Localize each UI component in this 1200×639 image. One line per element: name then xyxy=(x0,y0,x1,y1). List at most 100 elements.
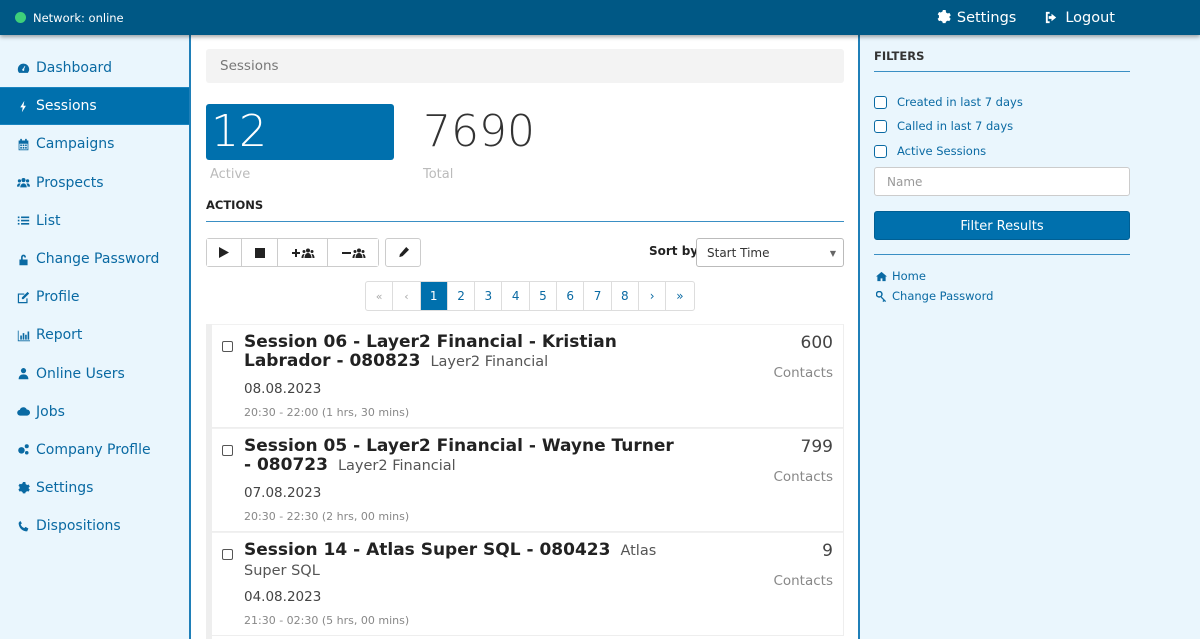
list-icon xyxy=(16,214,30,228)
action-button-group xyxy=(206,238,379,267)
sidebar-item-dispositions[interactable]: Dispositions xyxy=(0,507,189,545)
contact-label: Contacts xyxy=(773,469,833,485)
play-button[interactable] xyxy=(207,239,242,266)
add-users-button[interactable] xyxy=(278,239,328,266)
bolt-icon xyxy=(16,99,30,113)
session-title[interactable]: Session 14 - Atlas Super SQL - 080423 xyxy=(244,540,610,560)
key-icon xyxy=(876,290,887,302)
contact-label: Contacts xyxy=(773,573,833,589)
home-link[interactable]: Home xyxy=(876,269,926,283)
session-row[interactable]: Session 14 - Atlas Super SQL - 080423 Atl… xyxy=(212,532,844,636)
page-2[interactable]: 2 xyxy=(448,282,476,310)
page-last[interactable]: » xyxy=(666,282,693,310)
sort-select[interactable]: Start Time ▼ xyxy=(696,238,844,267)
sidebar-item-label: Jobs xyxy=(36,403,65,420)
filter-called-last-7-days[interactable]: Called in last 7 days xyxy=(874,119,1013,133)
sort-label: Sort by: xyxy=(649,244,703,258)
session-company: Layer2 Financial xyxy=(337,457,456,474)
active-label: Active xyxy=(210,167,251,182)
row-checkbox[interactable] xyxy=(222,341,233,352)
sidebar-item-label: Profile xyxy=(36,289,80,306)
change-password-link-label: Change Password xyxy=(892,289,994,303)
row-checkbox[interactable] xyxy=(222,445,233,456)
minus-users-icon xyxy=(341,248,365,258)
stop-icon xyxy=(254,247,265,258)
sidebar-item-company-profile[interactable]: Company Proflle xyxy=(0,431,189,469)
sidebar-item-settings[interactable]: Settings xyxy=(0,469,189,507)
unlock-icon xyxy=(16,252,30,266)
sidebar-item-change-password[interactable]: Change Password xyxy=(0,240,189,278)
divider xyxy=(874,254,1130,255)
breadcrumb: Sessions xyxy=(206,49,844,83)
sidebar-item-label: Prospects xyxy=(36,174,104,191)
sidebar-item-online-users[interactable]: Online Users xyxy=(0,355,189,393)
logout-button[interactable]: Logout xyxy=(1044,10,1115,26)
sidebar-item-jobs[interactable]: Jobs xyxy=(0,393,189,431)
filters-heading: FILTERS xyxy=(874,49,925,63)
play-icon xyxy=(219,247,229,258)
top-bar: Network: online Settings Logout xyxy=(0,0,1200,35)
stop-button[interactable] xyxy=(242,239,278,266)
sidebar-item-campaigns[interactable]: Campaigns xyxy=(0,125,189,163)
sidebar-item-prospects[interactable]: Prospects xyxy=(0,164,189,202)
session-row[interactable]: Session 05 - Layer2 Financial - Wayne Tu… xyxy=(212,428,844,532)
gear-icon xyxy=(937,10,951,24)
session-time: 20:30 - 22:00 (1 hrs, 30 mins) xyxy=(244,406,410,419)
sign-out-icon xyxy=(1046,11,1057,24)
sidebar-item-sessions[interactable]: Sessions xyxy=(0,87,189,126)
sidebar-item-label: Settings xyxy=(36,480,94,497)
cloud-icon xyxy=(16,405,30,419)
sidebar-item-list[interactable]: List xyxy=(0,202,189,240)
calendar-icon xyxy=(16,137,30,151)
session-title[interactable]: Session 05 - Layer2 Financial - Wayne Tu… xyxy=(244,436,674,475)
user-icon xyxy=(16,367,30,381)
filter-results-button[interactable]: Filter Results xyxy=(874,211,1130,240)
session-row[interactable]: Session 06 - Layer2 Financial - Kristian… xyxy=(212,324,844,428)
page-4[interactable]: 4 xyxy=(502,282,530,310)
pencil-icon xyxy=(398,247,409,258)
page-7[interactable]: 7 xyxy=(584,282,612,310)
page-first[interactable]: « xyxy=(366,282,394,310)
edit-button[interactable] xyxy=(385,238,421,267)
filter-active-sessions[interactable]: Active Sessions xyxy=(874,144,986,158)
total-label: Total xyxy=(423,167,454,182)
page-prev[interactable]: ‹ xyxy=(393,282,421,310)
sort-value: Start Time xyxy=(707,246,770,260)
total-count: 7690 xyxy=(423,106,535,157)
status-dot-icon xyxy=(15,12,26,23)
network-status: Network: online xyxy=(15,11,124,25)
page-8[interactable]: 8 xyxy=(612,282,639,310)
contact-count: 799 xyxy=(800,437,833,457)
checkbox[interactable] xyxy=(874,144,887,158)
sidebar-item-label: Sessions xyxy=(36,98,97,115)
page-3[interactable]: 3 xyxy=(475,282,503,310)
logout-label: Logout xyxy=(1065,9,1115,26)
checkbox[interactable] xyxy=(874,119,887,133)
sidebar-item-label: Report xyxy=(36,327,83,344)
sidebar-item-profile[interactable]: Profile xyxy=(0,278,189,316)
row-checkbox[interactable] xyxy=(222,549,233,560)
change-password-link[interactable]: Change Password xyxy=(876,289,993,303)
settings-label: Settings xyxy=(956,9,1017,26)
session-time: 20:30 - 22:30 (2 hrs, 00 mins) xyxy=(244,510,410,523)
plus-users-icon xyxy=(292,248,315,258)
session-date: 04.08.2023 xyxy=(244,589,322,605)
active-count: 12 xyxy=(206,104,394,160)
session-time: 21:30 - 02:30 (5 hrs, 00 mins) xyxy=(244,614,410,627)
page-1[interactable]: 1 xyxy=(420,282,448,310)
sidebar-item-label: Change Password xyxy=(36,251,160,268)
remove-users-button[interactable] xyxy=(328,239,378,266)
checkbox[interactable] xyxy=(874,95,887,109)
filter-created-last-7-days[interactable]: Created in last 7 days xyxy=(874,95,1023,109)
page-next[interactable]: › xyxy=(639,282,667,310)
settings-button[interactable]: Settings xyxy=(936,10,1016,26)
sidebar-item-dashboard[interactable]: Dashboard xyxy=(0,49,189,87)
name-filter-input[interactable] xyxy=(874,167,1130,196)
sidebar-item-label: Online Users xyxy=(36,365,125,382)
page-5[interactable]: 5 xyxy=(530,282,558,310)
page-6[interactable]: 6 xyxy=(557,282,585,310)
gear-icon xyxy=(16,481,30,495)
contact-count: 600 xyxy=(800,333,833,353)
home-icon xyxy=(876,271,887,281)
sidebar-item-report[interactable]: Report xyxy=(0,316,189,354)
